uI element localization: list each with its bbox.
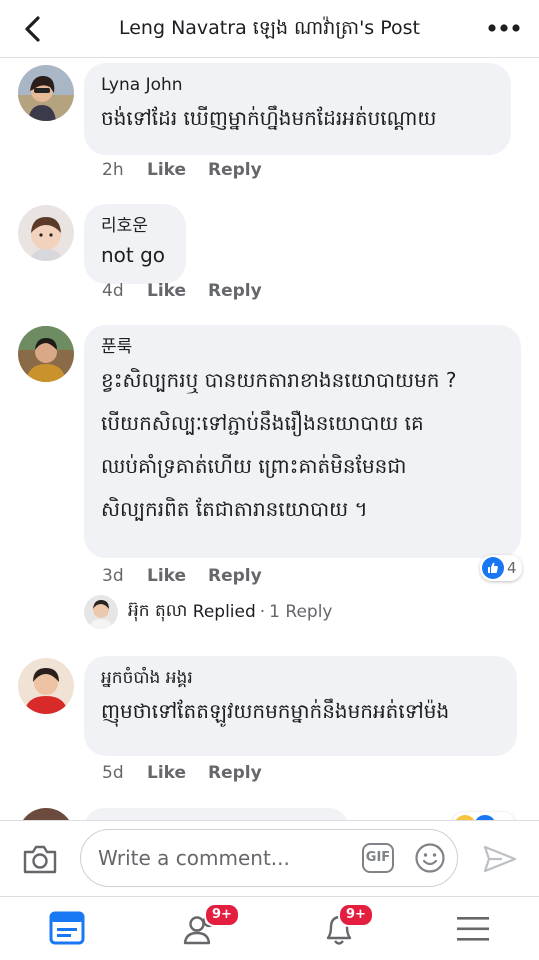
comment-author[interactable]: 리호운 bbox=[101, 214, 170, 238]
reaction-summary[interactable]: 7 bbox=[452, 812, 515, 820]
avatar[interactable] bbox=[18, 205, 74, 261]
comments-feed[interactable]: Lyna John ចង់ទៅដែរ ឃើញម្នាក់ហ្នឹងមកដែរអត… bbox=[0, 58, 539, 820]
comment-bubble[interactable]: Lyna John ចង់ទៅដែរ ឃើញម្នាក់ហ្នឹងមកដែរអត… bbox=[84, 63, 511, 155]
comment-actions: 5d Like Reply bbox=[102, 763, 262, 783]
like-reaction-icon bbox=[482, 557, 504, 579]
back-button[interactable] bbox=[18, 12, 50, 46]
comment-input[interactable]: Write a comment... GIF bbox=[80, 829, 458, 887]
comment-timestamp: 2h bbox=[102, 160, 124, 180]
comment-bubble[interactable] bbox=[84, 808, 349, 820]
tab-menu[interactable] bbox=[453, 909, 493, 949]
camera-icon bbox=[23, 845, 57, 874]
comment-bubble[interactable]: អ្នកចំបាំង អង្គរ ញុមថាទៅតែតឡូវយកមកម្នាក់… bbox=[84, 656, 517, 756]
avatar[interactable] bbox=[18, 658, 74, 714]
reply-button[interactable]: Reply bbox=[208, 281, 262, 301]
reaction-summary[interactable]: 4 bbox=[480, 555, 522, 581]
comment-text: ចង់ទៅដែរ ឃើញម្នាក់ហ្នឹងមកដែរអត់បណ្តោយ bbox=[101, 106, 437, 130]
avatar bbox=[84, 595, 118, 629]
friends-badge: 9+ bbox=[204, 903, 240, 927]
reply-count[interactable]: 1 Reply bbox=[269, 602, 332, 622]
reply-button[interactable]: Reply bbox=[208, 763, 262, 783]
send-icon bbox=[483, 845, 517, 873]
separator: · bbox=[259, 602, 266, 622]
comment-text: not go bbox=[101, 243, 166, 267]
comment-actions: 2h Like Reply bbox=[102, 160, 262, 180]
tab-friends[interactable]: 9+ bbox=[182, 903, 240, 949]
replies-link[interactable]: អ៊ុក តុលា Replied · 1 Reply bbox=[84, 595, 332, 629]
emoji-button[interactable] bbox=[414, 842, 446, 874]
avatar[interactable] bbox=[18, 808, 74, 820]
more-options-button[interactable] bbox=[487, 20, 521, 36]
gif-button[interactable]: GIF bbox=[362, 843, 394, 873]
avatar[interactable] bbox=[18, 326, 74, 382]
comment-timestamp: 3d bbox=[102, 566, 124, 586]
comment-actions: 4d Like Reply bbox=[102, 281, 262, 301]
comment-bubble[interactable]: 리호운 not go bbox=[84, 204, 186, 284]
reaction-count: 4 bbox=[507, 559, 517, 577]
comment-text-line: ឈប់គាំទ្រគាត់ហើយ ព្រោះគាត់មិនមែនជា bbox=[101, 454, 407, 478]
like-button[interactable]: Like bbox=[147, 566, 208, 586]
comment-composer: Write a comment... GIF bbox=[0, 820, 539, 896]
comment-placeholder: Write a comment... bbox=[98, 846, 290, 870]
news-feed-icon bbox=[49, 911, 85, 945]
comment-text-line: ខ្វះសិល្បករឬ បានយកតារាខាងនយោបាយមក ? bbox=[101, 368, 457, 392]
comment-author[interactable]: 푼룩 bbox=[101, 335, 505, 359]
comment-author[interactable]: Lyna John bbox=[101, 73, 495, 97]
comment-author[interactable]: អ្នកចំបាំង អង្គរ bbox=[101, 666, 501, 690]
notifications-badge: 9+ bbox=[338, 903, 374, 927]
like-button[interactable]: Like bbox=[147, 160, 208, 180]
avatar[interactable] bbox=[18, 65, 74, 121]
bottom-tab-bar: 9+ 9+ bbox=[0, 896, 539, 960]
comment-bubble[interactable]: 푼룩 ខ្វះសិល្បករឬ បានយកតារាខាងនយោបាយមក ? ប… bbox=[84, 325, 521, 558]
replied-label: Replied bbox=[192, 602, 256, 622]
send-button[interactable] bbox=[482, 843, 518, 875]
menu-icon bbox=[457, 917, 489, 941]
more-dots-icon bbox=[488, 24, 520, 32]
comment-text-line: សិល្បករពិត តែជាតារានយោបាយ ។ bbox=[101, 497, 368, 521]
comment-text-line: បើយកសិល្បៈទៅភ្ជាប់នឹងរឿងនយោបាយ គេ bbox=[101, 411, 424, 435]
like-button[interactable]: Like bbox=[147, 763, 208, 783]
smiley-icon bbox=[415, 843, 445, 873]
reply-button[interactable]: Reply bbox=[208, 160, 262, 180]
reply-button[interactable]: Reply bbox=[208, 566, 262, 586]
replier-name: អ៊ុក តុលា bbox=[128, 600, 188, 621]
comment-timestamp: 5d bbox=[102, 763, 124, 783]
comment-actions: 3d Like Reply bbox=[102, 566, 262, 586]
post-header: Leng Navatra ឡេង ណាវ៉ាត្រា's Post bbox=[0, 0, 539, 58]
comment-timestamp: 4d bbox=[102, 281, 124, 301]
comment-text: ញុមថាទៅតែតឡូវយកមកម្នាក់នឹងមកអត់ទៅម៉ង bbox=[101, 699, 450, 723]
chevron-left-icon bbox=[25, 16, 40, 42]
tab-notifications[interactable]: 9+ bbox=[320, 903, 374, 949]
camera-button[interactable] bbox=[22, 843, 58, 875]
tab-news-feed[interactable] bbox=[48, 909, 88, 949]
page-title: Leng Navatra ឡេង ណាវ៉ាត្រា's Post bbox=[118, 17, 420, 39]
like-button[interactable]: Like bbox=[147, 281, 208, 301]
